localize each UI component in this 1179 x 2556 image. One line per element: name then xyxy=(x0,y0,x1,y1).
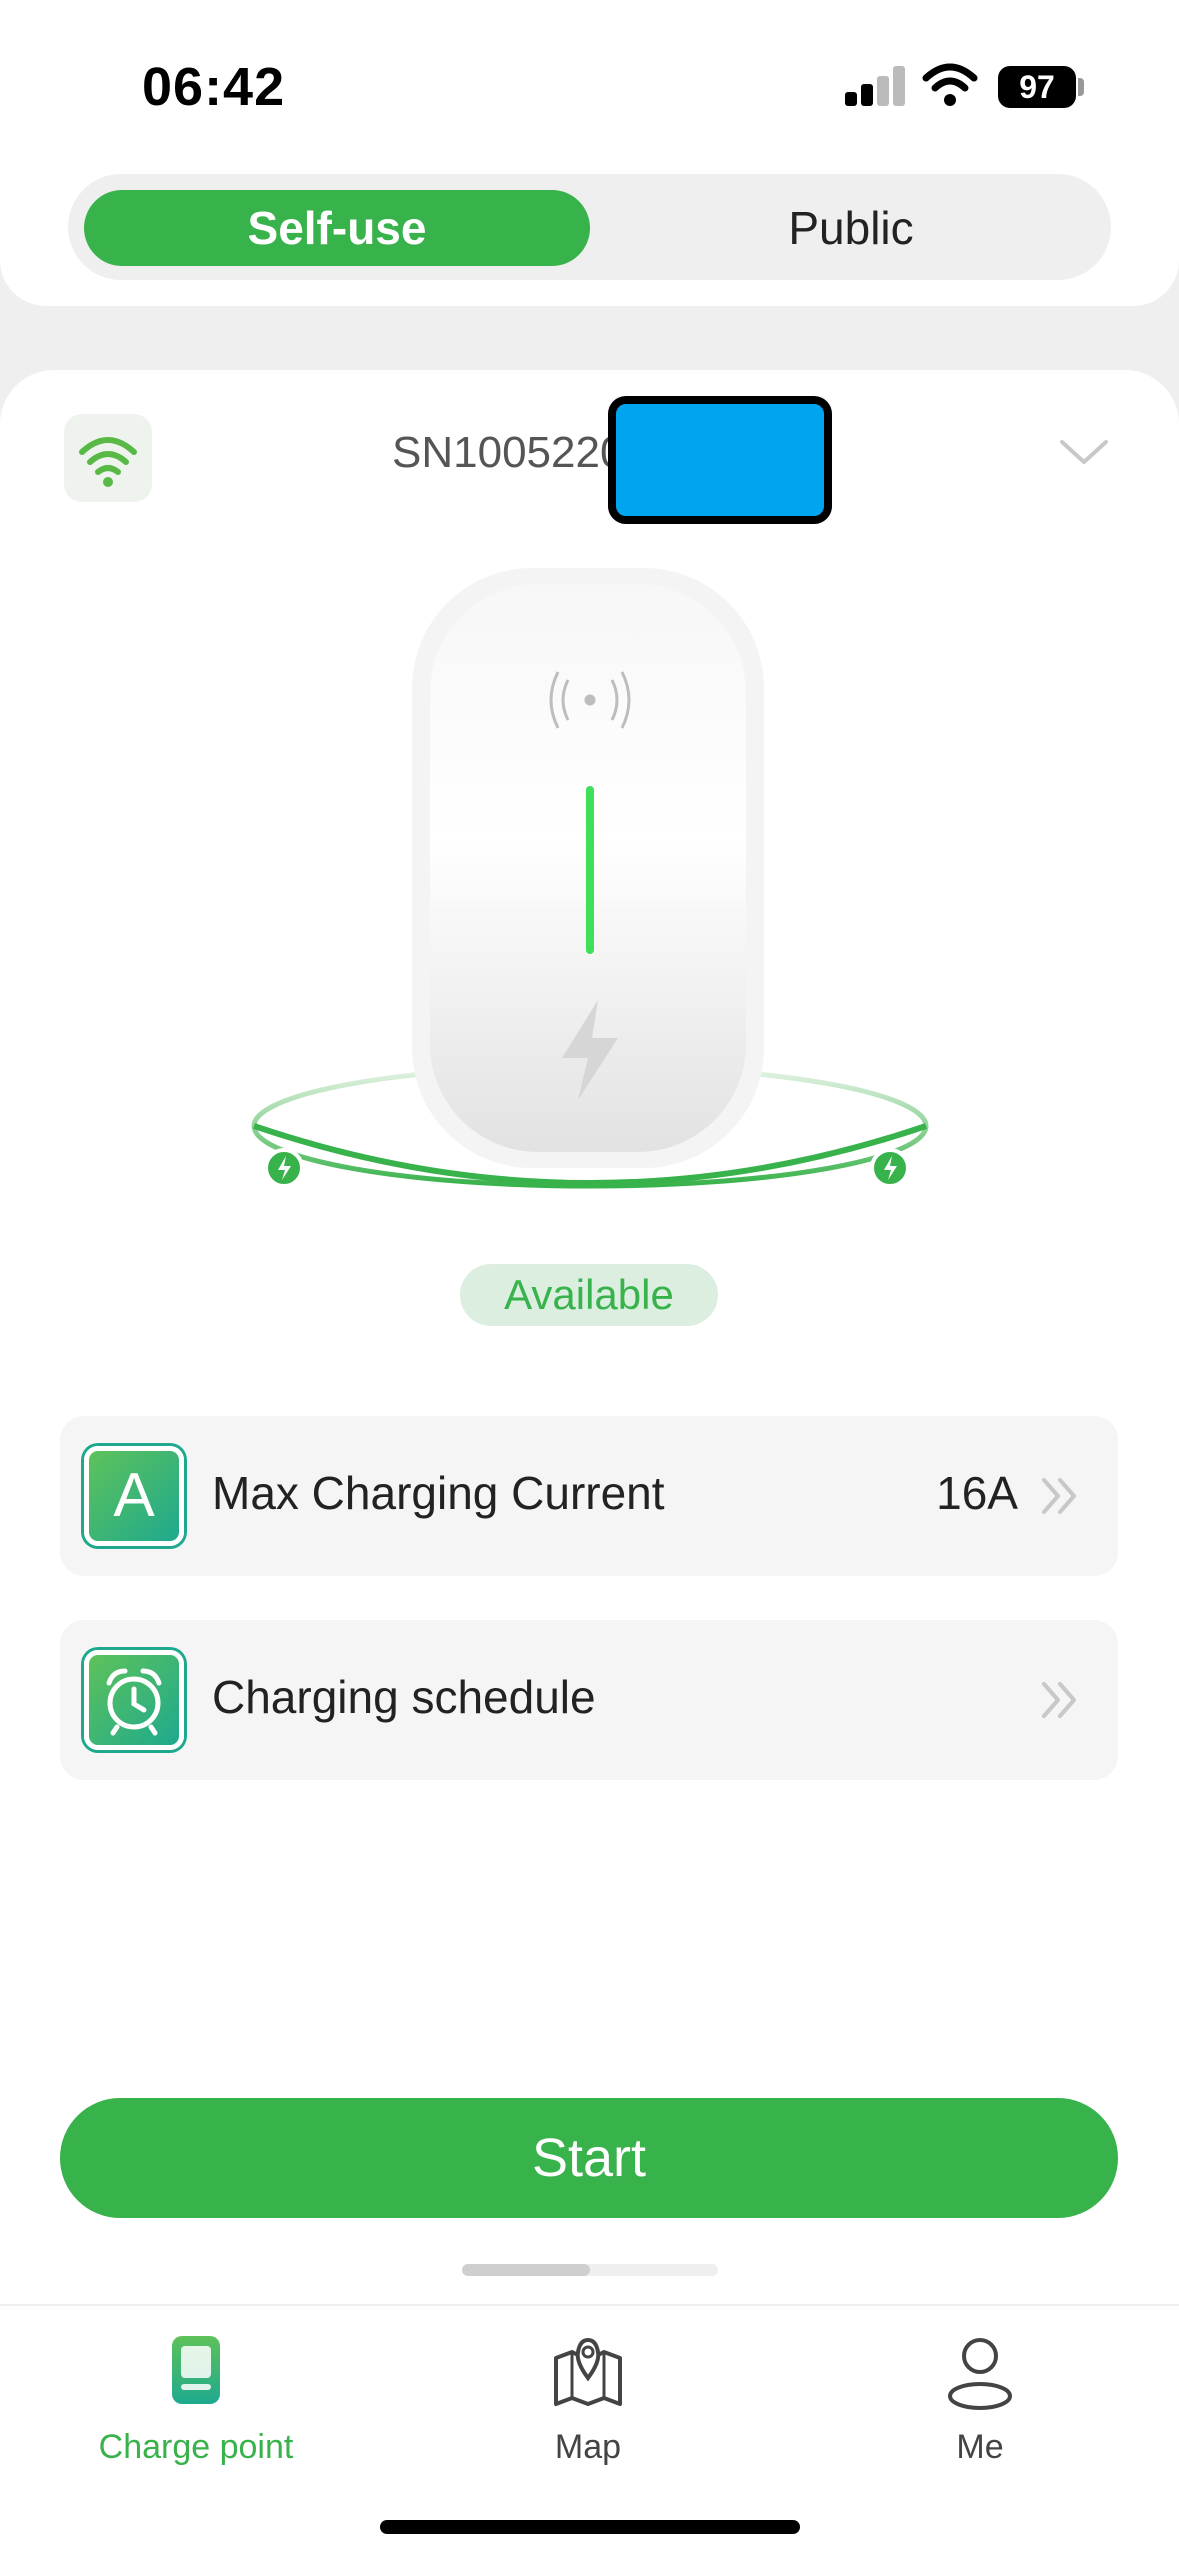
chevron-down-icon[interactable] xyxy=(1058,436,1110,468)
tab-me[interactable]: Me xyxy=(830,2322,1130,2482)
charge-dot-right xyxy=(870,1148,910,1188)
battery-indicator: 97 xyxy=(998,66,1076,108)
charge-dot-left xyxy=(264,1148,304,1188)
tab-self-use[interactable]: Self-use xyxy=(84,190,590,266)
status-time: 06:42 xyxy=(142,57,286,117)
alarm-clock-icon xyxy=(84,1650,184,1750)
device-serial: SN1005220 xyxy=(392,428,625,477)
tab-map[interactable]: Map xyxy=(438,2322,738,2482)
max-charging-current-value: 16A xyxy=(936,1467,1018,1519)
charging-schedule-row[interactable]: Charging schedule xyxy=(60,1620,1118,1780)
battery-tip xyxy=(1078,78,1084,96)
map-pin-icon xyxy=(554,2337,622,2406)
wifi-icon xyxy=(79,437,137,487)
double-chevron-right-icon xyxy=(1042,1682,1076,1718)
mode-segmented-control: Self-use Public xyxy=(68,174,1111,280)
home-indicator xyxy=(380,2520,800,2534)
page-indicator-thumb xyxy=(462,2264,590,2276)
connection-status-button[interactable] xyxy=(64,414,152,502)
tab-public[interactable]: Public xyxy=(606,190,1096,266)
max-charging-current-label: Max Charging Current xyxy=(212,1467,665,1519)
double-chevron-right-icon xyxy=(1042,1478,1076,1514)
status-badge: Available xyxy=(460,1264,718,1326)
person-icon xyxy=(948,2338,1012,2410)
cellular-signal-icon xyxy=(845,66,905,106)
wifi-status-icon xyxy=(922,63,978,106)
start-button[interactable]: Start xyxy=(60,2098,1118,2218)
redaction-box xyxy=(608,396,832,524)
charger-icon xyxy=(172,2336,220,2404)
ampere-icon: A xyxy=(84,1446,184,1546)
charger-illustration xyxy=(251,568,929,1189)
charging-schedule-label: Charging schedule xyxy=(212,1671,596,1723)
max-charging-current-row[interactable]: A Max Charging Current 16A xyxy=(60,1416,1118,1576)
tab-charge-point[interactable]: Charge point xyxy=(46,2322,346,2482)
